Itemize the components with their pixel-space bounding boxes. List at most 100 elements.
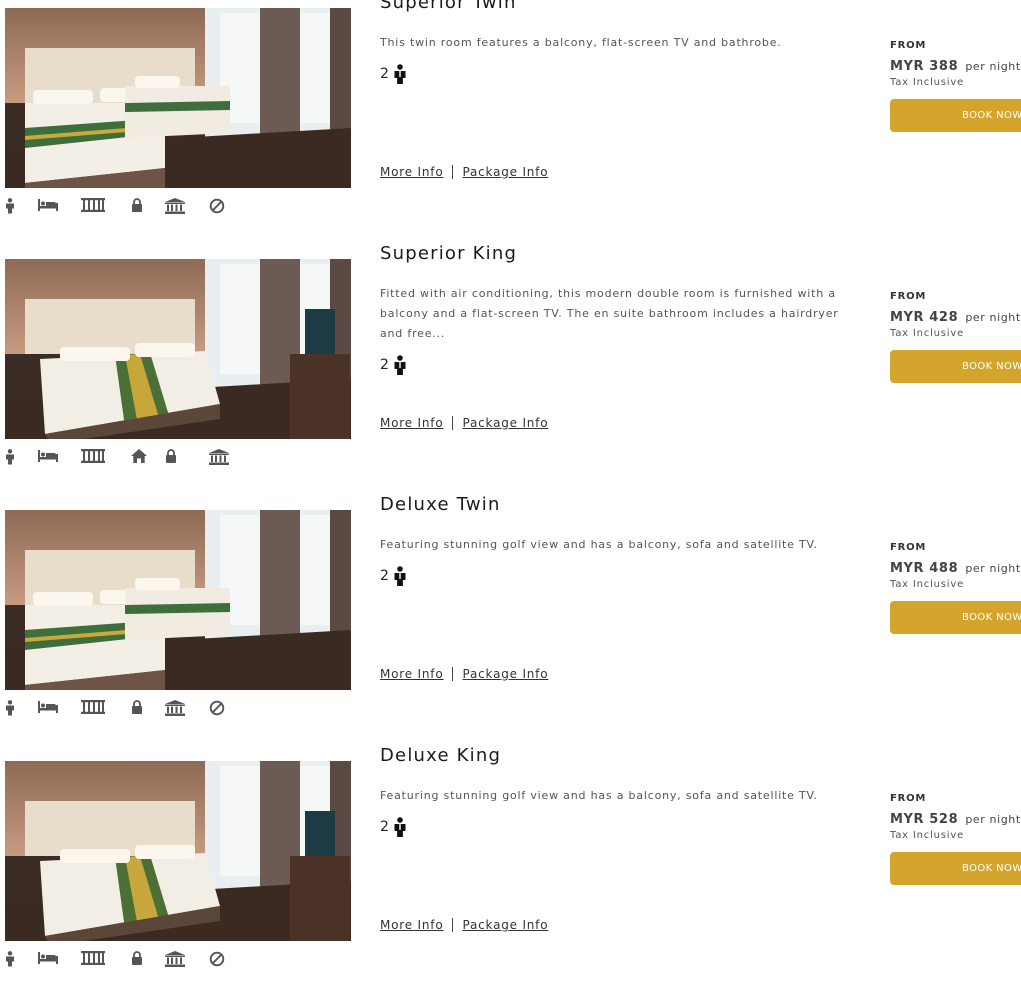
room-description: Featuring stunning golf view and has a b… [380, 789, 818, 802]
bed-icon [38, 700, 58, 718]
room-title: Superior King [380, 243, 518, 264]
price-block: FROM MYR 428 per night Tax Inclusive [890, 291, 1021, 339]
room-photo-image [5, 8, 351, 188]
price-block: FROM MYR 388 per night Tax Inclusive [890, 40, 1021, 88]
room-card: Superior Twin This twin room features a … [0, 0, 1021, 251]
room-photo[interactable] [5, 761, 351, 941]
tax-label: Tax Inclusive [890, 77, 965, 88]
bank-icon [165, 198, 185, 216]
person-icon [394, 64, 406, 84]
no-smoking-icon [209, 198, 225, 216]
person-icon [5, 951, 15, 969]
room-title: Deluxe King [380, 745, 502, 766]
person-icon [394, 817, 406, 837]
room-photo-image [5, 259, 351, 439]
guest-count: 2 [380, 566, 407, 586]
price-value: MYR 428 [890, 310, 959, 325]
lock-icon [131, 951, 143, 969]
room-photo[interactable] [5, 259, 351, 439]
bank-icon [165, 951, 185, 969]
no-smoking-icon [209, 700, 225, 718]
room-photo-image [5, 761, 351, 941]
from-label: FROM [890, 291, 927, 302]
package-info-link[interactable]: Package Info [462, 918, 548, 932]
price-amount: MYR 488 per night [890, 557, 1021, 576]
person-icon [5, 198, 15, 216]
tax-label: Tax Inclusive [890, 830, 965, 841]
room-card: Superior King Fitted with air conditioni… [0, 243, 1021, 502]
from-label: FROM [890, 542, 927, 553]
price-amount: MYR 428 per night [890, 306, 1021, 325]
room-links: More Info Package Info [380, 666, 548, 682]
book-now-button[interactable]: BOOK NOW [890, 99, 1021, 132]
room-title: Deluxe Twin [380, 494, 501, 515]
per-night-label: per night [965, 60, 1021, 73]
lock-icon [131, 198, 143, 216]
room-card: Deluxe King Featuring stunning golf view… [0, 745, 1021, 1004]
more-info-link[interactable]: More Info [380, 165, 443, 179]
room-photo-image [5, 510, 351, 690]
book-now-button[interactable]: BOOK NOW [890, 601, 1021, 634]
bed-icon [38, 449, 58, 467]
package-info-link[interactable]: Package Info [462, 416, 548, 430]
price-amount: MYR 528 per night [890, 808, 1021, 827]
bank-icon [165, 700, 185, 718]
more-info-link[interactable]: More Info [380, 918, 443, 932]
guest-count: 2 [380, 355, 407, 375]
book-now-button[interactable]: BOOK NOW [890, 852, 1021, 885]
tax-label: Tax Inclusive [890, 579, 965, 590]
price-value: MYR 488 [890, 561, 959, 576]
home-icon [131, 449, 147, 467]
person-icon [394, 355, 406, 375]
guest-number: 2 [380, 357, 389, 373]
person-icon [5, 700, 15, 718]
link-divider [452, 667, 454, 681]
per-night-label: per night [965, 562, 1021, 575]
room-links: More Info Package Info [380, 917, 548, 933]
lock-icon [131, 700, 143, 718]
bed-icon [38, 951, 58, 969]
from-label: FROM [890, 40, 927, 51]
link-divider [452, 165, 454, 179]
room-photo[interactable] [5, 510, 351, 690]
tax-label: Tax Inclusive [890, 328, 965, 339]
price-block: FROM MYR 488 per night Tax Inclusive [890, 542, 1021, 590]
balcony-icon [81, 951, 105, 969]
guest-number: 2 [380, 568, 389, 584]
person-icon [5, 449, 15, 467]
package-info-link[interactable]: Package Info [462, 165, 548, 179]
person-icon [394, 566, 406, 586]
book-now-button[interactable]: BOOK NOW [890, 350, 1021, 383]
room-description: Featuring stunning golf view and has a b… [380, 538, 818, 551]
room-photo[interactable] [5, 8, 351, 188]
room-title: Superior Twin [380, 0, 517, 13]
price-value: MYR 388 [890, 59, 959, 74]
guest-count: 2 [380, 64, 407, 84]
room-links: More Info Package Info [380, 164, 548, 180]
room-card: Deluxe Twin Featuring stunning golf view… [0, 494, 1021, 753]
package-info-link[interactable]: Package Info [462, 667, 548, 681]
balcony-icon [81, 449, 105, 467]
balcony-icon [81, 700, 105, 718]
per-night-label: per night [965, 311, 1021, 324]
price-amount: MYR 388 per night [890, 55, 1021, 74]
per-night-label: per night [965, 813, 1021, 826]
link-divider [452, 416, 454, 430]
more-info-link[interactable]: More Info [380, 416, 443, 430]
guest-number: 2 [380, 66, 389, 82]
guest-count: 2 [380, 817, 407, 837]
no-smoking-icon [209, 951, 225, 969]
link-divider [452, 918, 454, 932]
price-value: MYR 528 [890, 812, 959, 827]
bed-icon [38, 198, 58, 216]
from-label: FROM [890, 793, 927, 804]
lock-icon [165, 449, 177, 467]
room-description: This twin room features a balcony, flat-… [380, 36, 782, 49]
balcony-icon [81, 198, 105, 216]
guest-number: 2 [380, 819, 389, 835]
bank-icon [209, 449, 229, 467]
room-links: More Info Package Info [380, 415, 548, 431]
room-description: Fitted with air conditioning, this moder… [380, 287, 839, 340]
more-info-link[interactable]: More Info [380, 667, 443, 681]
price-block: FROM MYR 528 per night Tax Inclusive [890, 793, 1021, 841]
